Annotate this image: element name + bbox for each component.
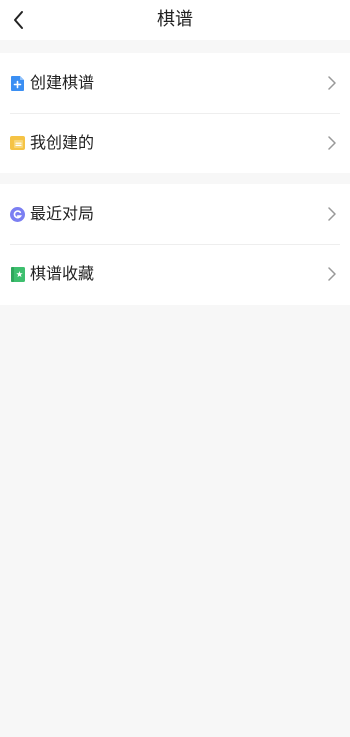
menu-item-create-record[interactable]: 创建棋谱 [0, 53, 350, 113]
bookmark-star-icon [10, 266, 25, 282]
chevron-right-icon [327, 206, 337, 222]
menu-item-favorites[interactable]: 棋谱收藏 [0, 244, 350, 304]
document-plus-icon [10, 75, 25, 91]
chevron-right-icon [327, 75, 337, 91]
menu-group-2: 最近对局 棋谱收藏 [0, 184, 350, 305]
menu-item-my-created[interactable]: 我创建的 [0, 113, 350, 173]
menu-item-label: 我创建的 [30, 133, 95, 152]
folder-icon [10, 136, 25, 151]
menu-group-1: 创建棋谱 我创建的 [0, 53, 350, 173]
menu-item-label: 最近对局 [30, 204, 95, 223]
page-title: 棋谱 [157, 9, 193, 30]
menu-item-recent-games[interactable]: 最近对局 [0, 184, 350, 244]
chevron-right-icon [327, 135, 337, 151]
recent-games-icon [10, 206, 25, 222]
header-bar: 棋谱 [0, 0, 350, 40]
chevron-right-icon [327, 266, 337, 282]
menu-item-label: 创建棋谱 [30, 73, 95, 92]
menu-item-label: 棋谱收藏 [30, 264, 95, 283]
